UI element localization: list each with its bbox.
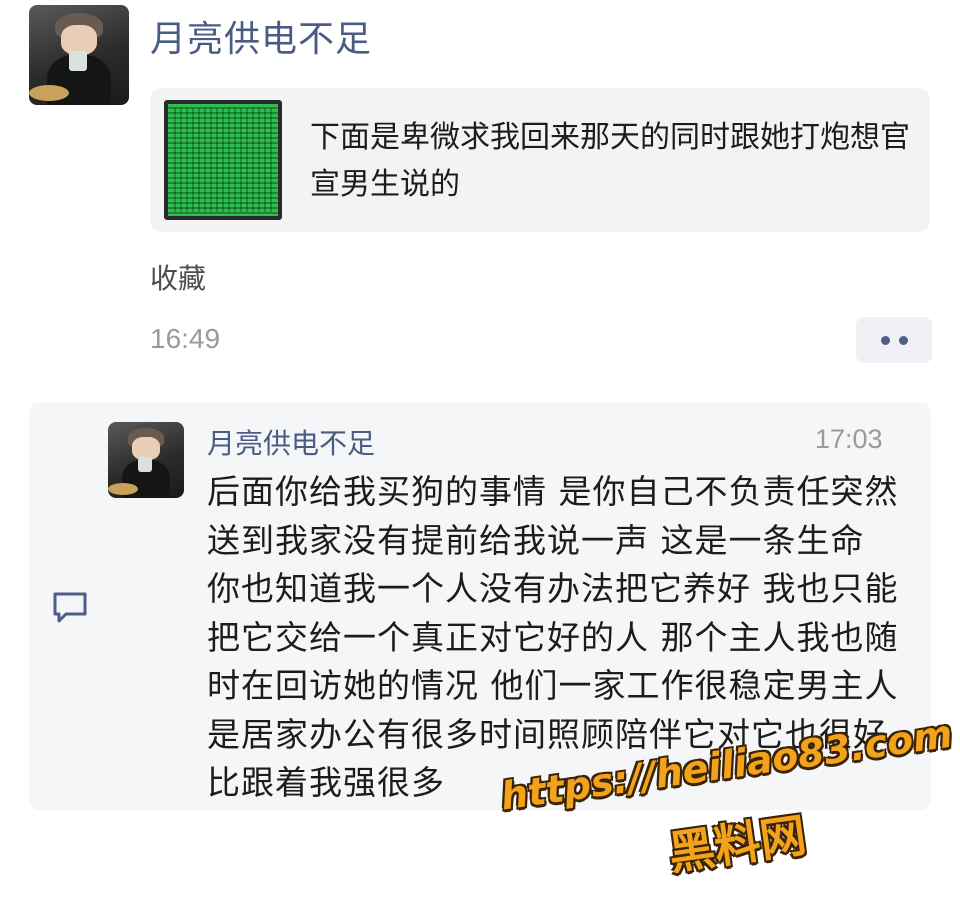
post-timestamp: 16:49 [150,323,221,354]
shared-content-text: 下面是卑微求我回来那天的同时跟她打炮想官宣男生说的 [310,120,910,202]
comment-timestamp: 17:03 [815,424,883,454]
shared-content-thumbnail [164,100,282,220]
more-dots-icon [880,335,890,345]
avatar-plate [29,85,69,101]
avatar-plate [108,482,139,495]
comment-author-name[interactable]: 月亮供电不足 [207,422,375,462]
more-dots-icon [898,335,908,345]
avatar-cup [138,456,153,473]
comment-bubble-icon[interactable] [51,590,89,626]
author-avatar[interactable] [29,5,129,105]
favorite-label: 收藏 [150,262,207,295]
more-button[interactable] [856,317,932,363]
avatar-cup [69,51,87,71]
author-name[interactable]: 月亮供电不足 [150,10,372,62]
shared-content-card[interactable]: 下面是卑微求我回来那天的同时跟她打炮想官宣男生说的 [150,88,930,232]
watermark-name: 黑料网 [665,807,810,881]
comment-author-avatar[interactable] [108,422,184,498]
